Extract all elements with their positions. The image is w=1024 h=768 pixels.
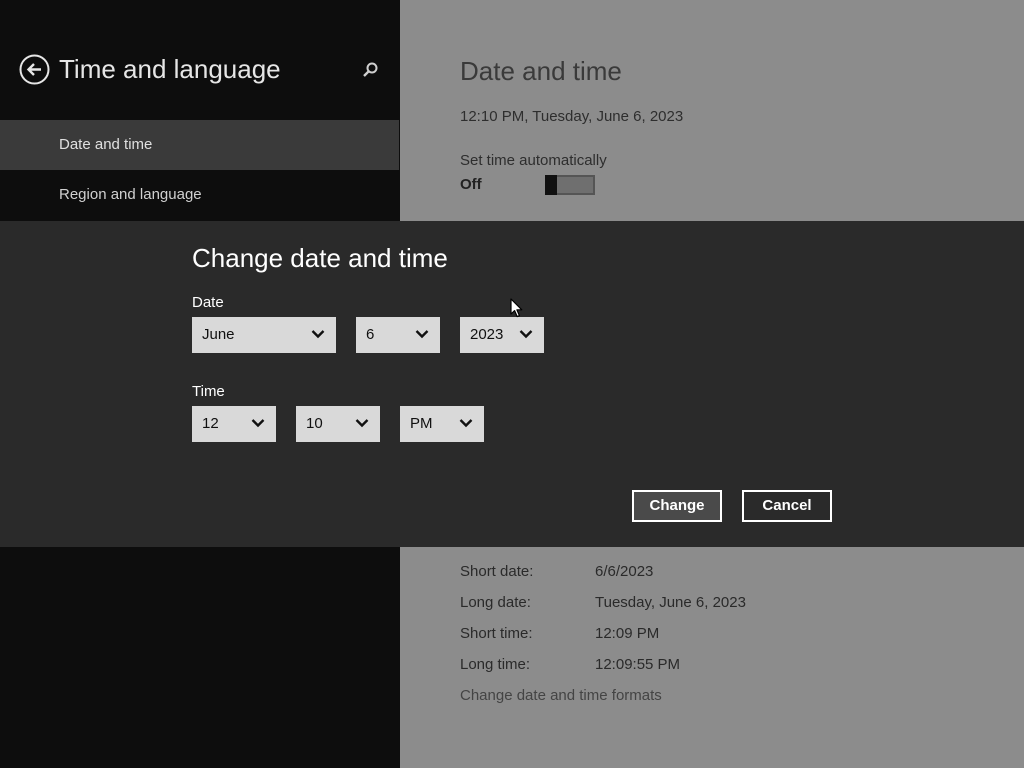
mouse-pointer-icon bbox=[510, 298, 523, 318]
year-dropdown[interactable]: 2023 bbox=[460, 317, 544, 353]
nav-item-label: Date and time bbox=[59, 136, 153, 153]
pane-title: Time and language bbox=[59, 54, 281, 84]
nav-item-region-and-language[interactable]: Region and language bbox=[0, 170, 399, 220]
section-title: Date and time bbox=[460, 56, 622, 86]
time-label: Time bbox=[192, 383, 225, 400]
long-time-value: 12:09:55 PM bbox=[595, 656, 681, 673]
minute-value: 10 bbox=[306, 415, 323, 432]
current-datetime: 12:10 PM, Tuesday, June 6, 2023 bbox=[460, 108, 684, 125]
set-time-automatically-label: Set time automatically bbox=[460, 152, 607, 169]
short-date-label: Short date: bbox=[460, 563, 534, 580]
dialog-title: Change date and time bbox=[192, 243, 448, 273]
long-time-label: Long time: bbox=[460, 656, 531, 673]
search-icon bbox=[363, 62, 378, 77]
date-label: Date bbox=[192, 294, 224, 311]
ampm-dropdown[interactable]: PM bbox=[400, 406, 484, 442]
month-dropdown[interactable]: June bbox=[192, 317, 336, 353]
day-dropdown[interactable]: 6 bbox=[356, 317, 440, 353]
change-date-time-dialog: Change date and time Date June 6 2023 Ti… bbox=[0, 221, 1024, 547]
day-value: 6 bbox=[366, 326, 375, 343]
back-arrow-circle-icon bbox=[19, 54, 50, 85]
long-date-value: Tuesday, June 6, 2023 bbox=[595, 594, 746, 611]
change-formats-link[interactable]: Change date and time formats bbox=[460, 687, 662, 704]
hour-value: 12 bbox=[202, 415, 219, 432]
nav-item-date-and-time[interactable]: Date and time bbox=[0, 120, 399, 170]
chevron-down-icon bbox=[251, 419, 265, 428]
hour-dropdown[interactable]: 12 bbox=[192, 406, 276, 442]
short-time-label: Short time: bbox=[460, 625, 533, 642]
chevron-down-icon bbox=[519, 330, 533, 339]
toggle-knob bbox=[545, 175, 557, 195]
back-button[interactable] bbox=[19, 54, 50, 85]
chevron-down-icon bbox=[311, 330, 325, 339]
short-date-value: 6/6/2023 bbox=[595, 563, 654, 580]
cancel-button[interactable]: Cancel bbox=[742, 490, 832, 522]
set-time-automatically-toggle[interactable] bbox=[545, 175, 595, 195]
ampm-value: PM bbox=[410, 415, 433, 432]
nav-item-label: Region and language bbox=[59, 186, 202, 203]
chevron-down-icon bbox=[459, 419, 473, 428]
search-button[interactable] bbox=[361, 61, 379, 79]
chevron-down-icon bbox=[355, 419, 369, 428]
change-button[interactable]: Change bbox=[632, 490, 722, 522]
month-value: June bbox=[202, 326, 235, 343]
year-value: 2023 bbox=[470, 326, 504, 343]
chevron-down-icon bbox=[415, 330, 429, 339]
short-time-value: 12:09 PM bbox=[595, 625, 660, 642]
minute-dropdown[interactable]: 10 bbox=[296, 406, 380, 442]
long-date-label: Long date: bbox=[460, 594, 531, 611]
set-time-automatically-state: Off bbox=[460, 176, 482, 193]
